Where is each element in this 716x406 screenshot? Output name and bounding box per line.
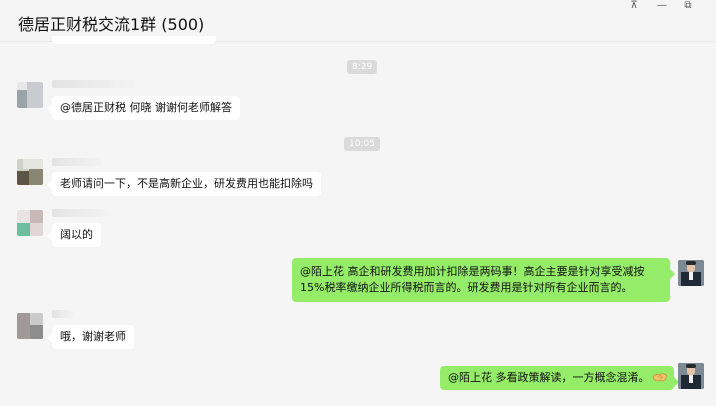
my-avatar[interactable] xyxy=(678,260,704,286)
message-bubble-outgoing[interactable]: @陌上花 多看政策解读，一方概念混淆。 xyxy=(440,366,678,390)
avatar[interactable] xyxy=(17,159,43,185)
pin-icon[interactable]: ⊼ xyxy=(622,0,646,14)
my-avatar[interactable] xyxy=(678,363,704,389)
message-text: @陌上花 多看政策解读，一方概念混淆。 xyxy=(448,371,650,384)
chat-history[interactable]: 8:29 @德居正财税 何晓 谢谢何老师解答 10:05 老师请问一下，不是高新… xyxy=(0,43,716,406)
avatar[interactable] xyxy=(17,210,43,236)
handshake-emoji-icon xyxy=(652,373,667,382)
timestamp: 10:05 xyxy=(344,137,380,151)
message-bubble[interactable]: 阔以的 xyxy=(47,223,101,247)
message-bubble[interactable]: 老师请问一下，不是高新企业，研发费用也能扣除吗 xyxy=(47,172,321,196)
minimize-button[interactable]: — xyxy=(650,0,674,14)
avatar[interactable] xyxy=(17,313,43,339)
timestamp: 8:29 xyxy=(347,60,378,74)
sender-name xyxy=(52,80,134,88)
chat-title: 德居正财税交流1群 (500) xyxy=(18,15,205,34)
message-bubble[interactable]: 哦，谢谢老师 xyxy=(47,325,134,349)
message-bubble[interactable]: @德居正财税 何晓 谢谢何老师解答 xyxy=(47,96,240,120)
maximize-button[interactable]: ⧉ xyxy=(676,0,700,14)
message-bubble-outgoing[interactable]: @陌上花 高企和研发费用加计扣除是两码事！高企主要是针对享受减按15%税率缴纳企… xyxy=(292,258,675,302)
sender-name xyxy=(52,158,102,166)
sender-name xyxy=(52,310,74,318)
sender-name xyxy=(52,209,108,217)
avatar[interactable] xyxy=(17,82,43,108)
